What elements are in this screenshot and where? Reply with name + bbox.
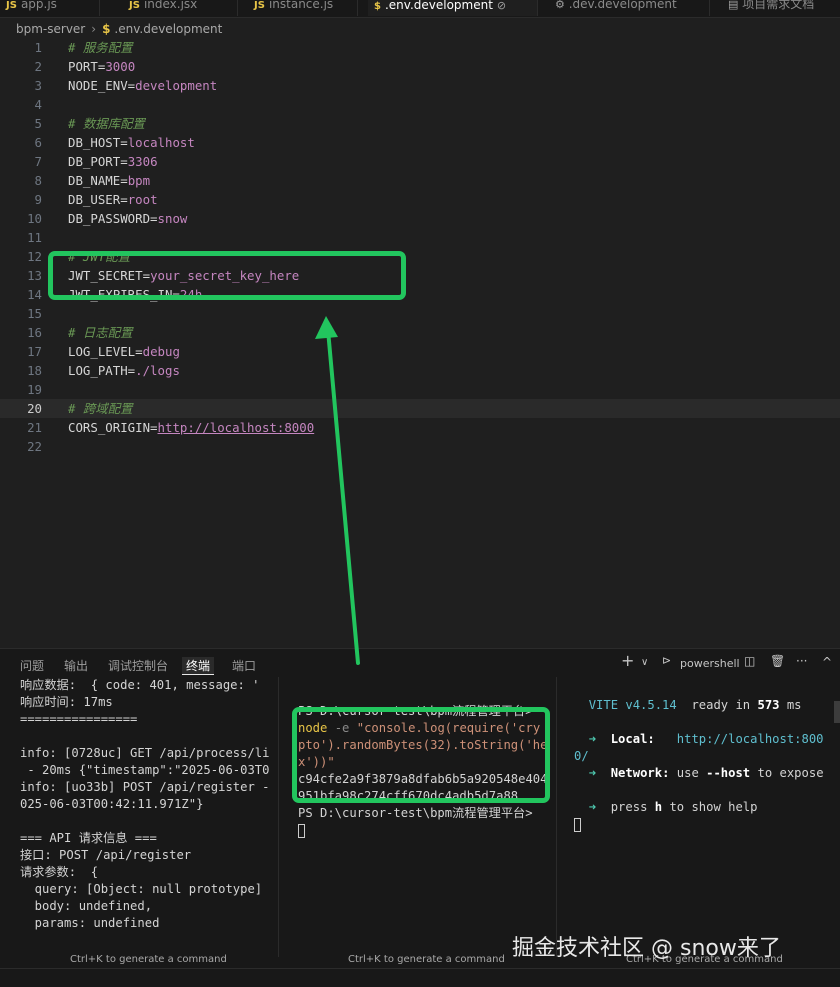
- watermark: 掘金技术社区 @ snow来了: [512, 936, 781, 961]
- annotation-arrow: [315, 316, 360, 665]
